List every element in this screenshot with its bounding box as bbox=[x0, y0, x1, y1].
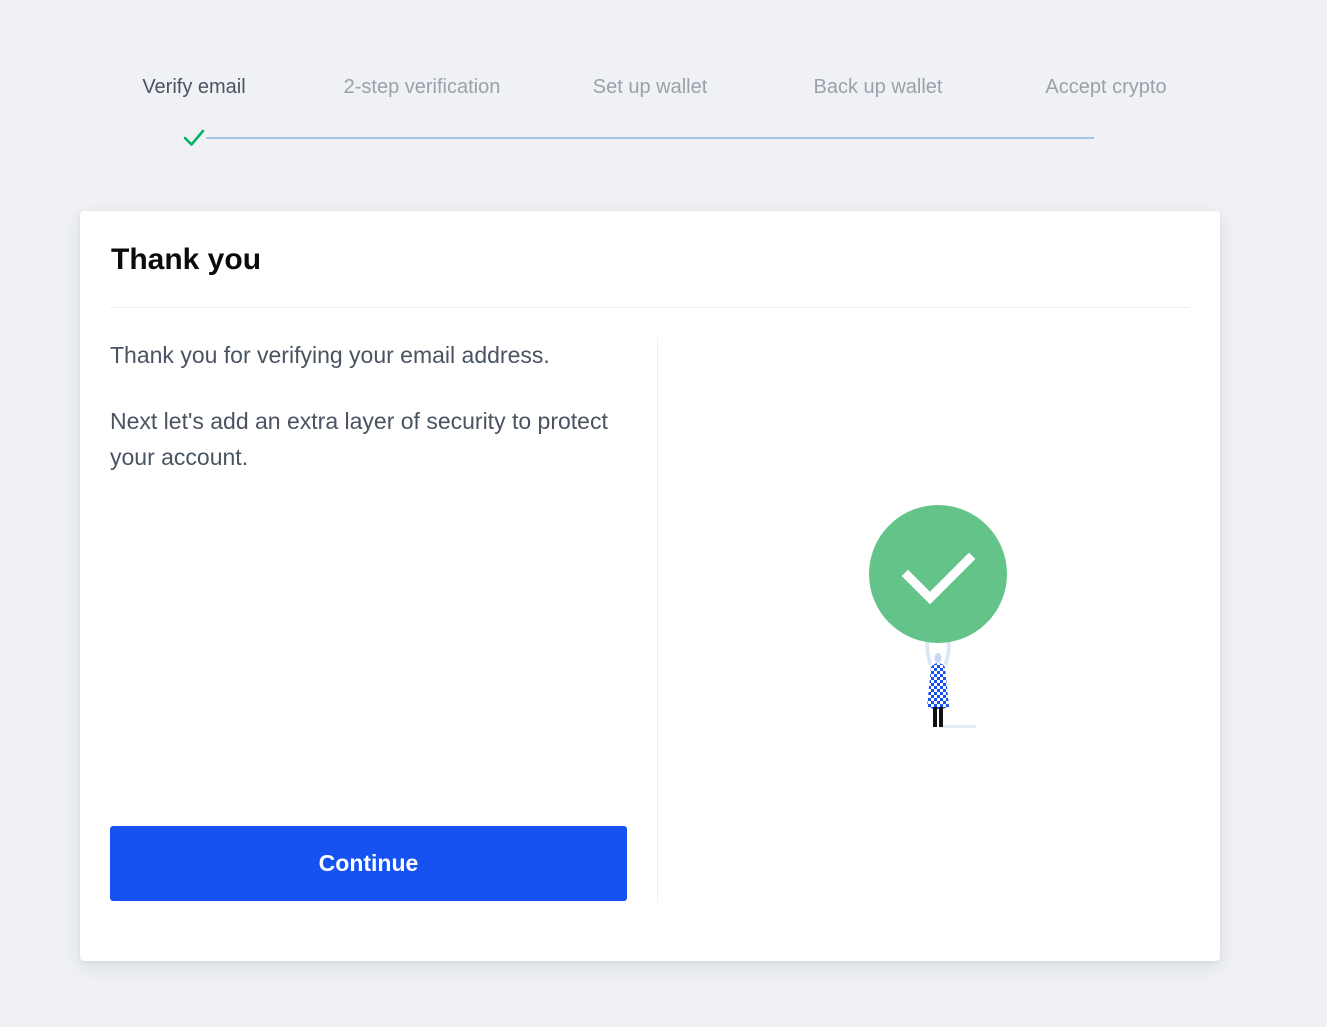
person-holding-checkmark-icon bbox=[869, 505, 1007, 728]
step-accept-crypto: Accept crypto bbox=[1045, 76, 1167, 98]
step-completed-check-icon bbox=[183, 129, 205, 146]
card-title: Thank you bbox=[111, 243, 262, 276]
step-set-up-wallet: Set up wallet bbox=[592, 76, 708, 98]
step-back-up-wallet: Back up wallet bbox=[813, 76, 943, 98]
card-header-divider bbox=[110, 307, 1190, 308]
step-verify-email: Verify email bbox=[142, 76, 246, 98]
progress-track bbox=[206, 137, 1094, 139]
verified-message: Thank you for verifying your email addre… bbox=[110, 342, 550, 368]
card-message: Thank you for verifying your email addre… bbox=[110, 337, 630, 475]
next-step-message: Next let's add an extra layer of securit… bbox=[110, 408, 608, 470]
column-divider bbox=[657, 337, 658, 902]
step-2-step-verification: 2-step verification bbox=[343, 76, 501, 98]
onboarding-stepper: Verify email 2-step verification Set up … bbox=[0, 0, 1327, 170]
thank-you-card: Thank you Thank you for verifying your e… bbox=[80, 211, 1220, 961]
continue-button[interactable]: Continue bbox=[110, 826, 627, 901]
